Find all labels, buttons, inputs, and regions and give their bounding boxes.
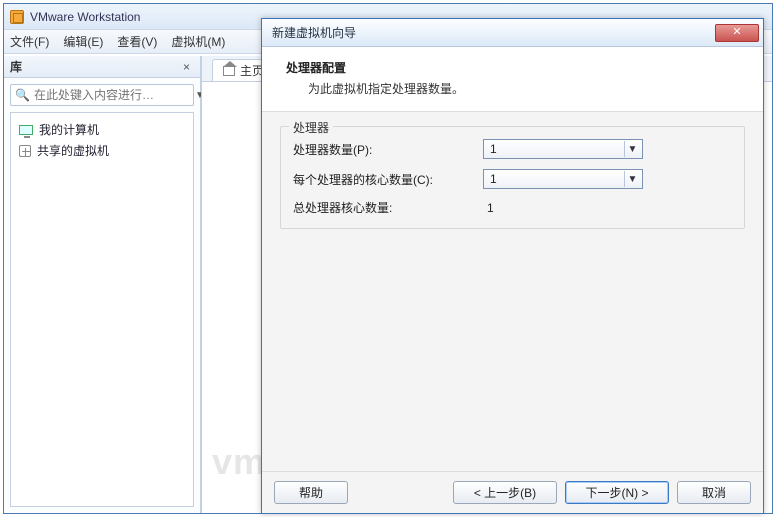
- cores-per-processor-combo[interactable]: 1 ▼: [483, 169, 643, 189]
- cores-per-processor-value: 1: [490, 172, 497, 186]
- dialog-body: 处理器 处理器数量(P): 1 ▼ 每个处理器的核心数量(C): 1 ▼ 总处理…: [262, 112, 763, 229]
- sidebar-header: 库 ×: [4, 56, 200, 78]
- chevron-down-icon: ▼: [624, 141, 640, 157]
- dialog-header-title: 处理器配置: [280, 59, 745, 76]
- total-cores-label: 总处理器核心数量:: [293, 199, 483, 216]
- menu-edit[interactable]: 编辑(E): [63, 33, 103, 50]
- cores-per-processor-label: 每个处理器的核心数量(C):: [293, 171, 483, 188]
- sidebar-item-label: 共享的虚拟机: [37, 142, 109, 159]
- menu-view[interactable]: 查看(V): [117, 33, 157, 50]
- help-button[interactable]: 帮助: [274, 481, 348, 504]
- back-button[interactable]: < 上一步(B): [453, 481, 557, 504]
- sidebar-searchbox[interactable]: 🔍 ▼: [10, 84, 194, 106]
- processor-count-value: 1: [490, 142, 497, 156]
- row-cores-per-processor: 每个处理器的核心数量(C): 1 ▼: [293, 169, 732, 189]
- vmware-app-icon: [10, 10, 24, 24]
- chevron-down-icon: ▼: [624, 171, 640, 187]
- dialog-close-button[interactable]: ✕: [715, 24, 759, 42]
- sidebar-item-label: 我的计算机: [39, 121, 99, 138]
- sidebar-close-icon[interactable]: ×: [179, 60, 194, 74]
- sidebar: 库 × 🔍 ▼ 我的计算机 共享的虚拟机: [4, 56, 201, 513]
- processor-count-combo[interactable]: 1 ▼: [483, 139, 643, 159]
- watermark-text: vm: [212, 441, 266, 483]
- next-button[interactable]: 下一步(N) >: [565, 481, 669, 504]
- search-icon: 🔍: [15, 88, 32, 102]
- sidebar-tree[interactable]: 我的计算机 共享的虚拟机: [10, 112, 194, 507]
- sidebar-item-my-computer[interactable]: 我的计算机: [15, 119, 189, 140]
- processor-count-label: 处理器数量(P):: [293, 141, 483, 158]
- cancel-button[interactable]: 取消: [677, 481, 751, 504]
- menu-vm[interactable]: 虚拟机(M): [171, 33, 225, 50]
- row-processor-count: 处理器数量(P): 1 ▼: [293, 139, 732, 159]
- sidebar-item-shared-vms[interactable]: 共享的虚拟机: [15, 140, 189, 161]
- dialog-title: 新建虚拟机向导: [272, 24, 356, 41]
- new-vm-wizard-dialog: 新建虚拟机向导 ✕ 处理器配置 为此虚拟机指定处理器数量。 处理器 处理器数量(…: [261, 18, 764, 514]
- dialog-header-subtitle: 为此虚拟机指定处理器数量。: [280, 80, 745, 97]
- row-total-cores: 总处理器核心数量: 1: [293, 199, 732, 216]
- main-window-title: VMware Workstation: [30, 10, 140, 24]
- home-icon: [223, 66, 235, 76]
- sidebar-search-wrap: 🔍 ▼: [4, 78, 200, 112]
- processor-groupbox: 处理器 处理器数量(P): 1 ▼ 每个处理器的核心数量(C): 1 ▼ 总处理…: [280, 126, 745, 229]
- total-cores-value: 1: [483, 201, 494, 215]
- sidebar-title: 库: [10, 58, 22, 75]
- shared-icon: [19, 145, 31, 157]
- dialog-titlebar[interactable]: 新建虚拟机向导 ✕: [262, 19, 763, 47]
- dialog-header: 处理器配置 为此虚拟机指定处理器数量。: [262, 47, 763, 112]
- search-input[interactable]: [32, 87, 191, 103]
- monitor-icon: [19, 125, 33, 135]
- menu-file[interactable]: 文件(F): [10, 33, 49, 50]
- dialog-footer: 帮助 < 上一步(B) 下一步(N) > 取消: [262, 471, 763, 513]
- groupbox-legend: 处理器: [289, 119, 333, 136]
